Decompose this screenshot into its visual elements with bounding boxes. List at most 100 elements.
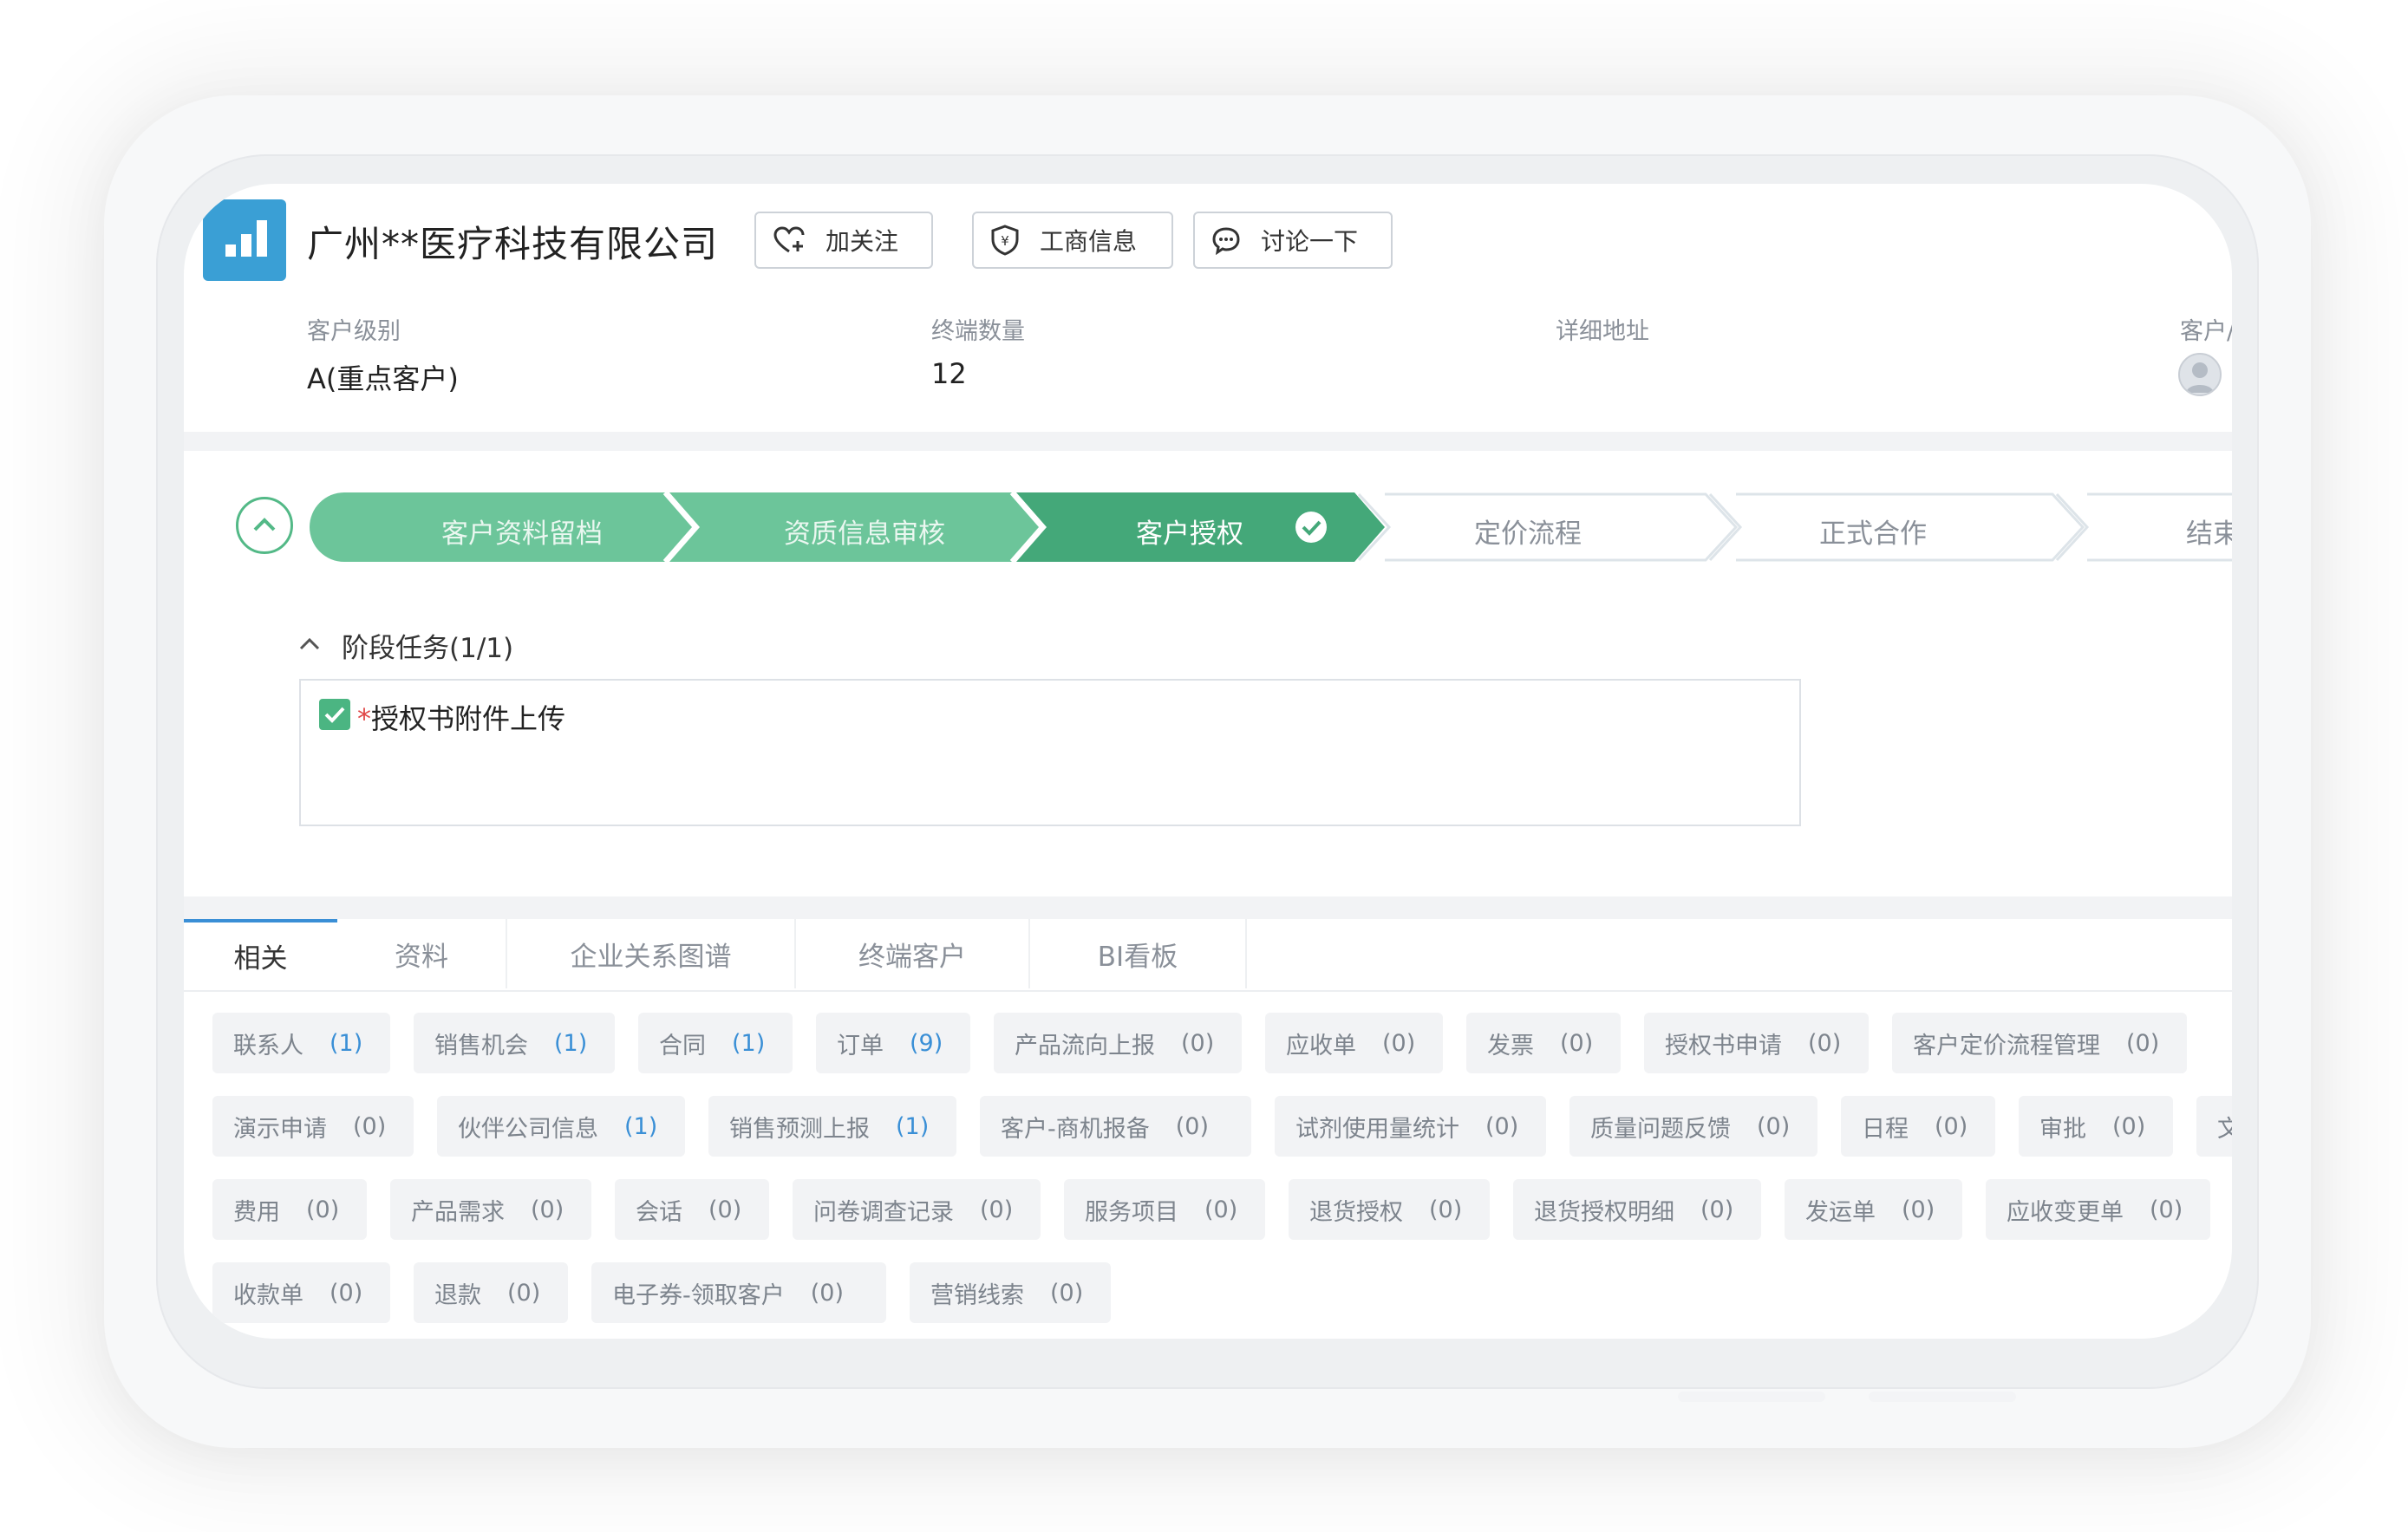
chevron-up-icon[interactable] bbox=[297, 633, 323, 654]
related-chip-count: (0) bbox=[708, 1196, 742, 1223]
task-checkbox[interactable] bbox=[319, 699, 350, 730]
related-chip-count: (1) bbox=[330, 1029, 363, 1057]
device-indicator bbox=[1678, 1392, 1825, 1402]
related-chip[interactable]: 收款单 (0) bbox=[212, 1262, 390, 1323]
field-label-terminal-count: 终端数量 bbox=[931, 318, 1025, 345]
related-chip-count: (0) bbox=[1175, 1112, 1209, 1140]
related-chip-label: 问卷调查记录 bbox=[813, 1198, 954, 1226]
related-chip[interactable]: 营销线索 (0) bbox=[910, 1262, 1111, 1323]
app-screen: 广州**医疗科技有限公司 加关注 ¥ 工商信息 讨论一下 客户级别 A(重点客户… bbox=[184, 184, 2232, 1339]
related-chip-label: 文档 bbox=[2217, 1115, 2232, 1143]
related-chip-label: 客户定价流程管理 bbox=[1913, 1032, 2100, 1059]
checkmark-icon bbox=[324, 707, 345, 723]
related-chip-count: (0) bbox=[1204, 1196, 1238, 1223]
related-chip[interactable]: 产品需求 (0) bbox=[390, 1179, 591, 1240]
related-chip[interactable]: 质量问题反馈 (0) bbox=[1569, 1096, 1817, 1157]
related-chip-count: (0) bbox=[810, 1279, 844, 1307]
stage-label-1[interactable]: 客户资料留档 bbox=[441, 512, 603, 551]
related-chip[interactable]: 问卷调查记录 (0) bbox=[793, 1179, 1041, 1240]
related-chip-count: (0) bbox=[2112, 1112, 2146, 1140]
related-chip[interactable]: 订单 (9) bbox=[816, 1013, 970, 1073]
tab-profile[interactable]: 资料 bbox=[337, 919, 507, 988]
task-item[interactable]: *授权书附件上传 bbox=[357, 697, 565, 737]
related-chip-label: 会话 bbox=[636, 1198, 682, 1226]
company-name: 广州**医疗科技有限公司 bbox=[307, 223, 719, 265]
stage-label-4[interactable]: 定价流程 bbox=[1474, 512, 1582, 551]
related-chip-label: 退款 bbox=[434, 1281, 481, 1309]
related-chip-label: 试剂使用量统计 bbox=[1295, 1115, 1459, 1143]
stage-label-2[interactable]: 资质信息审核 bbox=[784, 512, 945, 551]
related-chip[interactable]: 审批 (0) bbox=[2019, 1096, 2173, 1157]
related-chip-label: 联系人 bbox=[233, 1032, 303, 1059]
related-chip[interactable]: 电子券-领取客户 (0) bbox=[591, 1262, 886, 1323]
related-chip[interactable]: 客户-商机报备 (0) bbox=[980, 1096, 1251, 1157]
related-chip-count: (9) bbox=[910, 1029, 943, 1057]
related-chip[interactable]: 合同 (1) bbox=[638, 1013, 793, 1073]
related-chip-count: (1) bbox=[732, 1029, 766, 1057]
related-chip-label: 发票 bbox=[1487, 1032, 1534, 1059]
related-chip-label: 销售预测上报 bbox=[729, 1115, 870, 1143]
related-chip-count: (0) bbox=[330, 1279, 363, 1307]
related-chip[interactable]: 客户定价流程管理 (0) bbox=[1892, 1013, 2187, 1073]
related-chip[interactable]: 应收变更单 (0) bbox=[1986, 1179, 2210, 1240]
related-chip-label: 发运单 bbox=[1805, 1198, 1876, 1226]
field-label-customer-level: 客户级别 bbox=[307, 318, 401, 345]
related-chip[interactable]: 试剂使用量统计 (0) bbox=[1275, 1096, 1546, 1157]
avatar[interactable] bbox=[2178, 353, 2222, 396]
related-chip-label: 退货授权 bbox=[1309, 1198, 1403, 1226]
related-chip[interactable]: 应收单 (0) bbox=[1265, 1013, 1443, 1073]
related-chip-label: 应收单 bbox=[1286, 1032, 1356, 1059]
business-info-button[interactable]: ¥ 工商信息 bbox=[972, 212, 1173, 269]
related-chip[interactable]: 日程 (0) bbox=[1841, 1096, 1995, 1157]
tabs-underline bbox=[184, 990, 2232, 992]
related-chip-label: 服务项目 bbox=[1085, 1198, 1178, 1226]
tab-related[interactable]: 相关 bbox=[184, 919, 337, 988]
section-divider bbox=[184, 896, 2232, 919]
related-chip-label: 应收变更单 bbox=[2007, 1198, 2124, 1226]
field-value-customer-level: A(重点客户) bbox=[307, 362, 459, 395]
related-chip[interactable]: 销售预测上报 (1) bbox=[708, 1096, 956, 1157]
related-chip[interactable]: 费用 (0) bbox=[212, 1179, 367, 1240]
related-chip-label: 产品流向上报 bbox=[1015, 1032, 1155, 1059]
field-label-customer-owner: 客户/ bbox=[2180, 318, 2232, 345]
related-chip-label: 质量问题反馈 bbox=[1590, 1115, 1731, 1143]
related-chip[interactable]: 退货授权 (0) bbox=[1289, 1179, 1490, 1240]
related-chip-count: (0) bbox=[2150, 1196, 2183, 1223]
related-chip[interactable]: 演示申请 (0) bbox=[212, 1096, 414, 1157]
related-chip[interactable]: 退款 (0) bbox=[414, 1262, 568, 1323]
tab-terminal-customers[interactable]: 终端客户 bbox=[796, 919, 1030, 988]
related-chip[interactable]: 文档(0) bbox=[2196, 1096, 2232, 1157]
related-chip-count: (0) bbox=[1429, 1196, 1463, 1223]
stage-label-3[interactable]: 客户授权 bbox=[1136, 512, 1243, 551]
business-info-button-label: 工商信息 bbox=[1040, 227, 1138, 256]
related-chip[interactable]: 授权书申请 (0) bbox=[1644, 1013, 1869, 1073]
related-chip-label: 销售机会 bbox=[434, 1032, 528, 1059]
related-chip-count: (0) bbox=[1050, 1279, 1084, 1307]
field-value-terminal-count: 12 bbox=[931, 357, 967, 390]
related-chip[interactable]: 服务项目 (0) bbox=[1064, 1179, 1265, 1240]
follow-button[interactable]: 加关注 bbox=[754, 212, 933, 269]
stage-label-6[interactable]: 结束 bbox=[2186, 512, 2232, 551]
company-logo-icon bbox=[203, 199, 286, 281]
tab-enterprise-graph[interactable]: 企业关系图谱 bbox=[507, 919, 796, 988]
related-chip[interactable]: 会话 (0) bbox=[615, 1179, 769, 1240]
related-chip[interactable]: 销售机会 (1) bbox=[414, 1013, 615, 1073]
related-chip-label: 电子券-领取客户 bbox=[612, 1281, 785, 1309]
related-chip[interactable]: 退货授权明细 (0) bbox=[1513, 1179, 1761, 1240]
discuss-button[interactable]: 讨论一下 bbox=[1193, 212, 1393, 269]
chat-bubble-icon bbox=[1212, 227, 1240, 255]
related-chip[interactable]: 产品流向上报 (0) bbox=[994, 1013, 1242, 1073]
related-chip-count: (1) bbox=[554, 1029, 588, 1057]
related-chip[interactable]: 伙伴公司信息 (1) bbox=[437, 1096, 685, 1157]
related-chip-count: (0) bbox=[531, 1196, 564, 1223]
shield-icon: ¥ bbox=[991, 225, 1019, 256]
related-chip[interactable]: 发票 (0) bbox=[1466, 1013, 1621, 1073]
related-chip-label: 演示申请 bbox=[233, 1115, 327, 1143]
stage-label-5[interactable]: 正式合作 bbox=[1819, 512, 1927, 551]
related-chip-label: 费用 bbox=[233, 1198, 280, 1226]
related-chip[interactable]: 联系人 (1) bbox=[212, 1013, 390, 1073]
related-chip-label: 授权书申请 bbox=[1665, 1032, 1782, 1059]
related-chip[interactable]: 发运单 (0) bbox=[1785, 1179, 1962, 1240]
follow-icon bbox=[773, 226, 805, 253]
tab-bi-dashboard[interactable]: BI看板 bbox=[1030, 919, 1247, 988]
